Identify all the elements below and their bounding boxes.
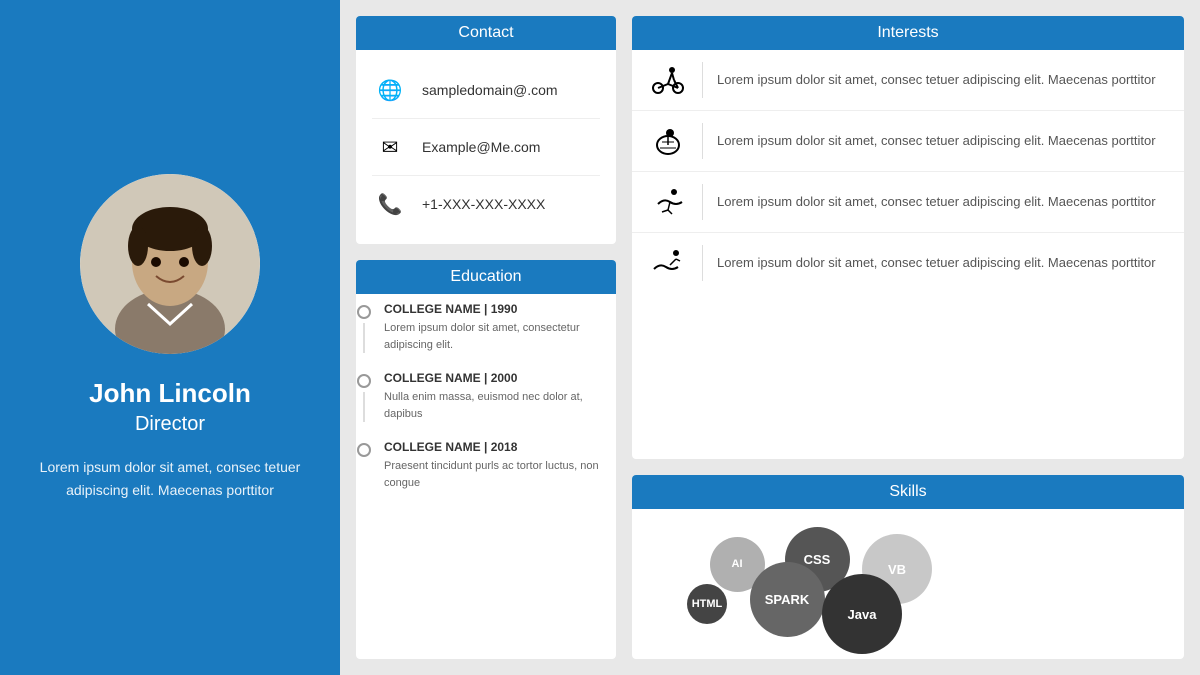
swimming-icon [648, 182, 688, 222]
cycling-icon [648, 60, 688, 100]
edu-dot-col-3 [356, 440, 372, 491]
interest-item-cycling: Lorem ipsum dolor sit amet, consec tetue… [632, 50, 1184, 111]
skills-card: Skills AICSSVBHTMLSPARKJava [632, 475, 1184, 659]
skill-bubble-spark: SPARK [750, 562, 825, 637]
edu-item-1990: COLLEGE NAME | 1990 Lorem ipsum dolor si… [356, 302, 616, 353]
edu-year-1: COLLEGE NAME | 1990 [384, 302, 616, 316]
edu-desc-3: Praesent tincidunt purls ac tortor luctu… [384, 458, 616, 491]
contact-phone-text: +1-XXX-XXX-XXXX [422, 196, 545, 212]
skills-bubbles: AICSSVBHTMLSPARKJava [632, 509, 1184, 659]
education-body: COLLEGE NAME | 1990 Lorem ipsum dolor si… [356, 294, 616, 499]
person-name: John Lincoln [89, 378, 251, 409]
edu-content-1: COLLEGE NAME | 1990 Lorem ipsum dolor si… [384, 302, 616, 353]
phone-icon: 📞 [372, 186, 408, 222]
contact-item-phone: 📞 +1-XXX-XXX-XXXX [372, 176, 600, 232]
left-panel: John Lincoln Director Lorem ipsum dolor … [0, 0, 340, 675]
edu-desc-2: Nulla enim massa, euismod nec dolor at, … [384, 389, 616, 422]
interest-text-1: Lorem ipsum dolor sit amet, consec tetue… [717, 70, 1156, 90]
contact-email-text: Example@Me.com [422, 139, 540, 155]
contact-card: Contact 🌐 sampledomain@.com ✉ Example@Me… [356, 16, 616, 244]
edu-dot-2 [357, 374, 371, 388]
contact-item-web: 🌐 sampledomain@.com [372, 62, 600, 119]
web-icon: 🌐 [372, 72, 408, 108]
edu-desc-1: Lorem ipsum dolor sit amet, consectetur … [384, 320, 616, 353]
skill-bubble-java: Java [822, 574, 902, 654]
person-bio: Lorem ipsum dolor sit amet, consec tetue… [20, 456, 320, 501]
edu-content-3: COLLEGE NAME | 2018 Praesent tincidunt p… [384, 440, 616, 491]
interest-item-swimming: Lorem ipsum dolor sit amet, consec tetue… [632, 172, 1184, 233]
education-header: Education [356, 260, 616, 294]
contact-header: Contact [356, 16, 616, 50]
main-content: Contact 🌐 sampledomain@.com ✉ Example@Me… [340, 0, 1200, 675]
edu-line-1 [363, 323, 365, 353]
edu-line-2 [363, 392, 365, 422]
interests-header: Interests [632, 16, 1184, 50]
interest-divider-4 [702, 245, 703, 281]
edu-item-2018: COLLEGE NAME | 2018 Praesent tincidunt p… [356, 440, 616, 491]
contact-web-text: sampledomain@.com [422, 82, 558, 98]
email-icon: ✉ [372, 129, 408, 165]
edu-dot-col-1 [356, 302, 372, 353]
water-polo-icon [648, 243, 688, 283]
contact-item-email: ✉ Example@Me.com [372, 119, 600, 176]
edu-year-3: COLLEGE NAME | 2018 [384, 440, 616, 454]
skill-bubble-html: HTML [687, 584, 727, 624]
edu-dot-col-2 [356, 371, 372, 422]
right-column: Interests Lorem ipsum dolor sit [632, 16, 1184, 659]
edu-content-2: COLLEGE NAME | 2000 Nulla enim massa, eu… [384, 371, 616, 422]
education-card: Education COLLEGE NAME | 1990 Lorem ipsu… [356, 260, 616, 659]
edu-year-2: COLLEGE NAME | 2000 [384, 371, 616, 385]
interest-item-water-polo: Lorem ipsum dolor sit amet, consec tetue… [632, 233, 1184, 293]
avatar [80, 174, 260, 354]
middle-column: Contact 🌐 sampledomain@.com ✉ Example@Me… [356, 16, 616, 659]
interest-text-4: Lorem ipsum dolor sit amet, consec tetue… [717, 253, 1156, 273]
interest-item-football: Lorem ipsum dolor sit amet, consec tetue… [632, 111, 1184, 172]
interest-divider-1 [702, 62, 703, 98]
contact-body: 🌐 sampledomain@.com ✉ Example@Me.com 📞 +… [356, 50, 616, 244]
interest-divider-2 [702, 123, 703, 159]
edu-dot-1 [357, 305, 371, 319]
football-icon [648, 121, 688, 161]
interest-divider-3 [702, 184, 703, 220]
interest-text-3: Lorem ipsum dolor sit amet, consec tetue… [717, 192, 1156, 212]
interest-text-2: Lorem ipsum dolor sit amet, consec tetue… [717, 131, 1156, 151]
skills-header: Skills [632, 475, 1184, 509]
edu-dot-3 [357, 443, 371, 457]
person-title: Director [135, 413, 205, 436]
edu-item-2000: COLLEGE NAME | 2000 Nulla enim massa, eu… [356, 371, 616, 422]
interests-card: Interests Lorem ipsum dolor sit [632, 16, 1184, 459]
